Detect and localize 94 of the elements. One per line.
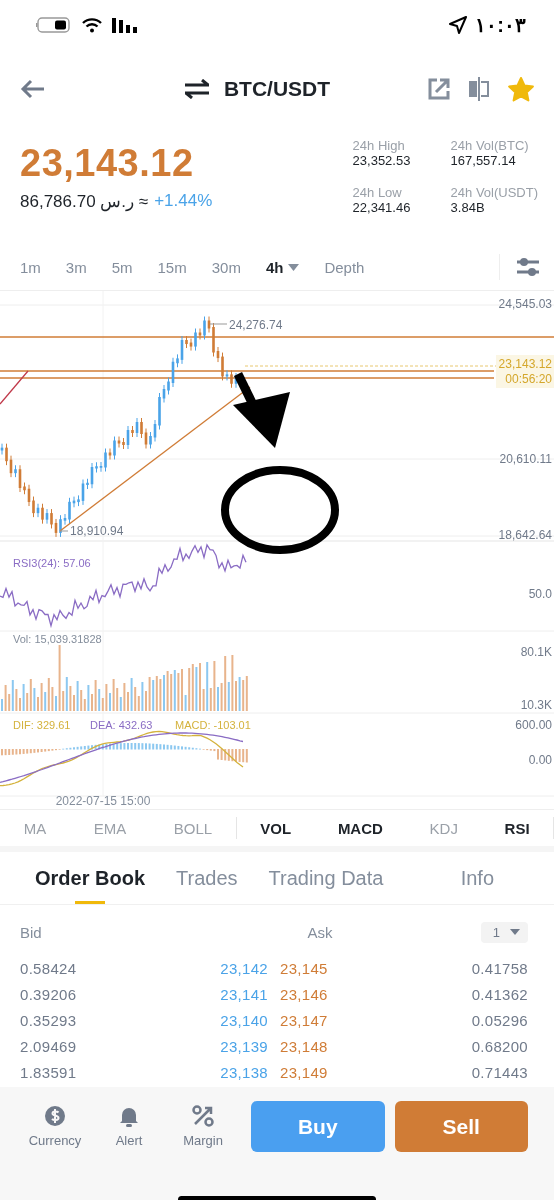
- indicator-toggle[interactable]: MA: [23, 819, 47, 837]
- leader-line: [59, 530, 69, 532]
- last-price-label: 23,143.12: [498, 357, 552, 371]
- ask-price: 23,146: [279, 985, 328, 1003]
- location-arrow-icon: [449, 16, 468, 34]
- volume-axis-label: 10.3K: [520, 698, 552, 712]
- interval-tab[interactable]: 1m: [20, 258, 41, 276]
- ask-quantity: 0.05296: [471, 1011, 528, 1029]
- margin-action[interactable]: Margin: [166, 1105, 240, 1148]
- buy-button[interactable]: Buy: [251, 1101, 385, 1152]
- ask-price: 23,145: [279, 959, 328, 977]
- clock-time: ١٠:٠٣: [475, 13, 526, 37]
- book-tab[interactable]: Trades: [176, 852, 238, 904]
- stat-label: 24h Vol(BTC): [450, 138, 530, 153]
- interval-tab[interactable]: 4h: [265, 258, 300, 276]
- wifi-icon: [82, 17, 102, 33]
- countdown-label: 00:56:20: [505, 372, 552, 386]
- swap-arrows-icon[interactable]: [183, 79, 210, 99]
- pair-title[interactable]: BTC/USDT: [223, 77, 331, 101]
- layout-toggle-icon[interactable]: [468, 77, 490, 101]
- dollar-icon: [44, 1105, 66, 1127]
- fiat-price: 86,786.70 ر.س ≈: [20, 191, 149, 212]
- stat-value: 3.84B: [450, 200, 486, 215]
- currency-action[interactable]: Currency: [18, 1105, 92, 1148]
- book-tab[interactable]: Order Book: [35, 852, 146, 904]
- price-axis-label: 20,610.11: [499, 452, 552, 466]
- ask-quantity: 0.68200: [471, 1037, 528, 1055]
- battery-icon: [36, 17, 72, 33]
- book-tab[interactable]: Info: [460, 852, 494, 904]
- indicator-toggle[interactable]: EMA: [93, 819, 127, 837]
- bid-quantity: 0.35293: [20, 1011, 77, 1029]
- trend-line: [0, 370, 29, 405]
- stat-value: 167,557.14: [450, 153, 517, 168]
- leader-line: [209, 323, 228, 325]
- bid-price: 23,138: [220, 1063, 269, 1081]
- ask-price: 23,149: [279, 1063, 328, 1081]
- indicator-toggle[interactable]: BOLL: [173, 819, 213, 837]
- bid-quantity: 0.39206: [20, 985, 77, 1003]
- share-icon[interactable]: [428, 78, 450, 100]
- sell-button[interactable]: Sell: [394, 1101, 528, 1152]
- settings-sliders-icon[interactable]: [516, 256, 540, 278]
- caret-icon: [510, 929, 520, 935]
- signal-icon: [112, 17, 138, 33]
- price-change: +1.44%: [154, 191, 213, 212]
- ask-price: 23,148: [279, 1037, 328, 1055]
- indicator-toggle[interactable]: KDJ: [429, 819, 458, 837]
- macd-dea-legend: DEA: 432.63: [90, 719, 153, 731]
- high-price-label: 24,276.74: [229, 318, 283, 332]
- stat-label: 24h High: [352, 138, 406, 153]
- book-tab[interactable]: Trading Data: [268, 852, 384, 904]
- bid-price: 23,140: [220, 1011, 269, 1029]
- ask-price: 23,147: [279, 1011, 328, 1029]
- bell-icon: [119, 1105, 139, 1127]
- low-price-label: 18,910.94: [70, 524, 124, 538]
- last-price: 23,143.12: [20, 142, 195, 185]
- volume-legend: Vol: 15,039.31828: [13, 633, 102, 645]
- macd-axis-label: 0.00: [528, 753, 552, 767]
- stat-value: 23,352.53: [352, 153, 412, 168]
- favorite-star-icon[interactable]: [508, 76, 534, 102]
- precision-dropdown[interactable]: 1: [480, 921, 528, 943]
- stat-label: 24h Vol(USDT): [450, 185, 538, 200]
- interval-tab[interactable]: 3m: [65, 258, 87, 276]
- macd-dif-legend: DIF: 329.61: [13, 719, 71, 731]
- volume-axis-label: 80.1K: [520, 645, 552, 659]
- interval-tab[interactable]: 30m: [211, 258, 241, 276]
- stat-value: 22,341.46: [352, 200, 412, 215]
- interval-tab[interactable]: 5m: [111, 258, 133, 276]
- ask-quantity: 0.71443: [471, 1063, 528, 1081]
- bid-price: 23,139: [220, 1037, 269, 1055]
- ask-header: Ask: [306, 923, 334, 941]
- interval-tab[interactable]: 15m: [157, 258, 187, 276]
- indicator-toggle[interactable]: VOL: [260, 819, 292, 837]
- time-axis-label: 2022-07-15 15:00: [55, 794, 151, 808]
- bid-quantity: 0.58424: [20, 959, 77, 977]
- bid-header: Bid: [20, 923, 43, 941]
- bid-quantity: 2.09469: [20, 1037, 77, 1055]
- interval-tab[interactable]: Depth: [324, 258, 365, 276]
- bid-price: 23,142: [220, 959, 269, 977]
- indicator-toggle[interactable]: RSI: [504, 819, 530, 837]
- bid-quantity: 1.83591: [20, 1063, 77, 1081]
- ask-quantity: 0.41362: [471, 985, 528, 1003]
- ask-quantity: 0.41758: [471, 959, 528, 977]
- alert-action[interactable]: Alert: [92, 1105, 166, 1148]
- price-axis-label: 24,545.03: [498, 297, 552, 311]
- macd-axis-label: 600.00: [515, 718, 552, 732]
- rsi-axis-label: 50.0: [528, 587, 552, 601]
- rsi-legend: RSI3(24): 57.06: [13, 557, 91, 569]
- back-arrow-icon[interactable]: [20, 79, 46, 99]
- indicator-toggle[interactable]: MACD: [337, 819, 383, 837]
- stat-label: 24h Low: [352, 185, 403, 200]
- bid-price: 23,141: [220, 985, 269, 1003]
- percent-icon: [192, 1105, 214, 1127]
- macd-value-legend: MACD: -103.01: [175, 719, 251, 731]
- price-axis-label: 18,642.64: [498, 528, 552, 542]
